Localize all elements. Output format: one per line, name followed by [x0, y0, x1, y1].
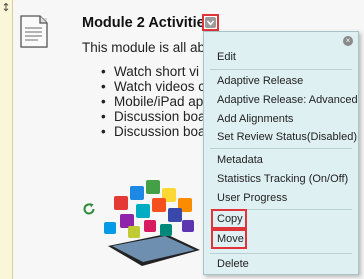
- menu-item-delete[interactable]: Delete: [217, 258, 249, 271]
- list-item: Watch videos c: [98, 79, 206, 94]
- list-item: Discussion boa: [98, 109, 206, 124]
- module-title[interactable]: Module 2 Activities: [82, 15, 213, 31]
- menu-divider: [210, 69, 352, 70]
- menu-item-edit[interactable]: Edit: [217, 51, 236, 64]
- refresh-icon[interactable]: [82, 202, 96, 216]
- menu-item-adaptive-release[interactable]: Adaptive Release: [217, 75, 303, 88]
- item-left-stripe: ↕: [0, 0, 13, 279]
- module-description: This module is all ab: [82, 40, 206, 55]
- menu-divider: [210, 253, 352, 254]
- menu-item-move[interactable]: Move: [217, 233, 244, 246]
- list-item: Discussion boa: [98, 124, 206, 139]
- list-item: Mobile/iPad ap: [98, 94, 206, 109]
- chevron-down-icon: [205, 17, 216, 28]
- menu-item-add-alignments[interactable]: Add Alignments: [217, 113, 293, 126]
- drag-handle-icon[interactable]: ↕: [1, 2, 11, 14]
- menu-divider: [210, 148, 352, 149]
- app-icons-tablet-image: [104, 180, 200, 266]
- menu-item-user-progress[interactable]: User Progress: [217, 192, 287, 205]
- menu-item-metadata[interactable]: Metadata: [217, 154, 263, 167]
- menu-item-copy[interactable]: Copy: [217, 213, 243, 226]
- close-icon[interactable]: ×: [343, 36, 353, 46]
- document-icon: [20, 15, 48, 48]
- activity-list: Watch short vi Watch videos c Mobile/iPa…: [98, 64, 206, 139]
- menu-item-adaptive-release-advanced[interactable]: Adaptive Release: Advanced: [217, 94, 358, 107]
- item-options-button[interactable]: [202, 14, 219, 31]
- menu-item-set-review-status[interactable]: Set Review Status(Disabled): [217, 131, 357, 144]
- list-item: Watch short vi: [98, 64, 206, 79]
- menu-item-statistics-tracking[interactable]: Statistics Tracking (On/Off): [217, 173, 348, 186]
- context-menu: × Edit Adaptive Release Adaptive Release…: [203, 31, 359, 275]
